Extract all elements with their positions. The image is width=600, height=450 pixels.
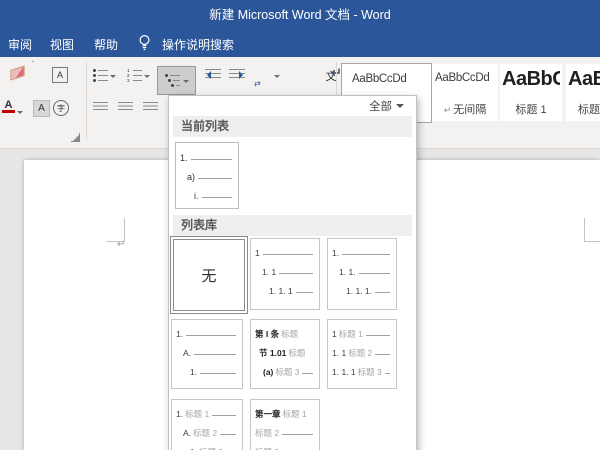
style-preview: AaBbCcDd [435, 72, 497, 84]
library-item-numeric[interactable]: 1 1. 1 1. 1. 1 [250, 238, 320, 310]
style-item-heading1[interactable]: AaBbCcDd 标题 1 [500, 64, 562, 121]
text-placeholder-line [202, 197, 233, 198]
multilevel-list-dropdown-panel: 全部 当前列表 1. a) i. 列表库 无 1 1. 1 1. 1. 1 1.… [168, 95, 417, 450]
style-preview: AaBbCcDd [568, 67, 600, 91]
margin-cropmark-topright [584, 218, 585, 242]
numbered-list-dropdown[interactable] [144, 71, 150, 81]
align-left-icon [93, 102, 108, 113]
align-left-button[interactable] [93, 102, 108, 113]
library-item-heading-numeric[interactable]: 1标题 1 1. 1标题 2 1. 1. 1标题 3 [327, 319, 397, 389]
multilevel-list-button[interactable] [157, 66, 196, 95]
library-item-heading-alpha[interactable]: 1.标题 1 A.标题 2 1.标题 3 [171, 399, 243, 450]
align-center-button[interactable] [118, 102, 133, 113]
tab-help[interactable]: 帮助 [94, 36, 118, 53]
window-title: 新建 Microsoft Word 文档 - Word [0, 0, 600, 30]
asian-layout-dropdown[interactable] [274, 71, 280, 81]
font-color-dropdown[interactable] [17, 107, 23, 117]
bullet-list-icon [93, 69, 108, 82]
style-label: 标题 [578, 101, 600, 117]
section-header-list-library: 列表库 [173, 215, 412, 236]
current-list-preview[interactable]: 1. a) i. [175, 142, 239, 209]
section-header-current-list: 当前列表 [173, 116, 412, 137]
character-border-icon: A [52, 67, 68, 83]
decrease-indent-icon [205, 69, 221, 81]
increase-indent-icon [229, 69, 245, 81]
increase-indent-button[interactable] [229, 69, 245, 81]
swap-arrows-icon: ⇄ [254, 79, 261, 88]
lightbulb-icon [138, 34, 151, 54]
chevron-down-icon [144, 75, 150, 81]
ribbon-tab-bar: 审阅 视图 帮助 操作说明搜索 [0, 28, 600, 57]
eraser-icon [10, 65, 24, 80]
chevron-down-icon [110, 75, 116, 81]
chevron-down-icon [396, 104, 404, 112]
chevron-down-icon [183, 80, 189, 86]
style-label: 标题 1 [500, 101, 562, 117]
align-right-button[interactable] [143, 102, 158, 113]
enclose-characters-icon: 字 [53, 100, 69, 116]
return-mark-icon: ↵ [444, 105, 452, 115]
none-label: 无 [201, 265, 216, 286]
bullet-list-dropdown[interactable] [110, 71, 116, 81]
decrease-indent-button[interactable] [205, 69, 221, 81]
library-item-article-section[interactable]: 第 I 条标题 节 1.01标题 (a)标题 3 [250, 319, 320, 389]
library-item-chapter[interactable]: 第一章标题 1 标题 2 标题 3 [250, 399, 320, 450]
gallery-filter-dropdown[interactable]: 全部 [369, 98, 404, 114]
style-item-heading[interactable]: AaBbCcDd 标题 [566, 64, 600, 121]
numbered-list-icon: 123 [127, 69, 142, 82]
library-item-numeric-dot[interactable]: 1. 1. 1. 1. 1. 1. [327, 238, 397, 310]
text-placeholder-line [191, 159, 232, 160]
font-color-icon: A [5, 100, 13, 110]
chevron-down-icon [274, 75, 280, 81]
character-border-button[interactable]: A [52, 67, 68, 83]
character-shading-button[interactable]: A [33, 100, 50, 117]
enclose-characters-button[interactable]: 字 [53, 100, 69, 116]
tell-me-search[interactable]: 操作说明搜索 [162, 36, 234, 53]
style-preview: AaBbCcDd [502, 67, 560, 91]
tab-view[interactable]: 视图 [50, 36, 74, 53]
bullet-list-button[interactable] [93, 69, 108, 82]
word-window: 新建 Microsoft Word 文档 - Word 审阅 视图 帮助 操作说… [0, 0, 600, 450]
font-color-button[interactable]: A [2, 100, 15, 113]
dialog-launcher-icon[interactable] [71, 133, 80, 142]
style-label: ↵无间隔 [432, 101, 498, 117]
font-color-swatch [2, 110, 15, 113]
multilevel-list-icon [165, 74, 180, 87]
margin-cropmark-topright [584, 241, 600, 242]
phonetic-tone-icon: ˇ [32, 62, 35, 68]
character-shading-icon: A [33, 100, 50, 117]
clear-formatting-button[interactable] [10, 68, 25, 78]
align-right-icon [143, 102, 158, 113]
list-number: 1. [180, 153, 188, 163]
paragraph-end-mark: ↵ [117, 239, 125, 250]
list-number: a) [187, 172, 195, 182]
title-bar: 新建 Microsoft Word 文档 - Word [0, 0, 600, 28]
group-divider [86, 62, 87, 140]
tab-review[interactable]: 审阅 [8, 36, 32, 53]
library-item-alpha[interactable]: 1. A. 1. [171, 319, 243, 389]
library-item-none[interactable]: 无 [170, 236, 248, 314]
style-preview: AaBbCcDd [352, 73, 428, 85]
gallery-filter-label: 全部 [369, 98, 392, 114]
list-number: i. [194, 191, 199, 201]
text-placeholder-line [198, 178, 232, 179]
style-item-no-spacing[interactable]: AaBbCcDd ↵无间隔 [432, 64, 498, 121]
chevron-down-icon [17, 111, 23, 117]
numbered-list-button[interactable]: 123 [127, 69, 142, 82]
align-center-icon [118, 102, 133, 113]
